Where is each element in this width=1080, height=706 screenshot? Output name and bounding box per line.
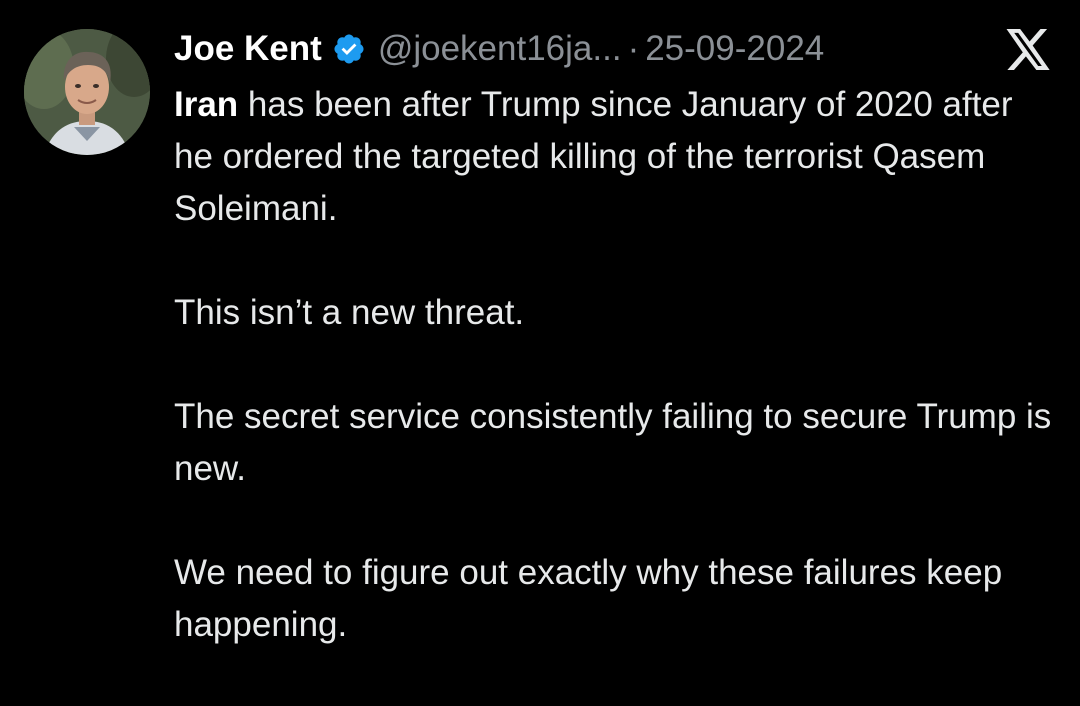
avatar-photo (24, 29, 150, 155)
tweet-date[interactable]: 25-09-2024 (645, 29, 824, 69)
tweet-lead-word: Iran (174, 85, 239, 124)
header-separator: · (627, 29, 640, 68)
verified-badge-icon (332, 32, 366, 66)
tweet-paragraph-1-text: has been after Trump since January of 20… (174, 85, 1013, 228)
author-name[interactable]: Joe Kent (174, 29, 322, 69)
tweet-header: Joe Kent @joekent16ja... · 25-09-2024 (174, 24, 824, 74)
tweet-paragraph-4: We need to figure out exactly why these … (174, 553, 1003, 644)
tweet-paragraph-1: Iran has been after Trump since January … (174, 79, 1054, 235)
tweet-paragraph-2: This isn’t a new threat. (174, 293, 525, 332)
avatar[interactable] (24, 29, 150, 155)
tweet-card: Joe Kent @joekent16ja... · 25-09-2024 Ir… (0, 0, 1080, 706)
tweet-paragraph-3: The secret service consistently failing … (174, 397, 1052, 488)
author-handle[interactable]: @joekent16ja... (378, 29, 622, 69)
tweet-body: Iran has been after Trump since January … (174, 79, 1054, 651)
x-logo-icon (1003, 29, 1053, 73)
